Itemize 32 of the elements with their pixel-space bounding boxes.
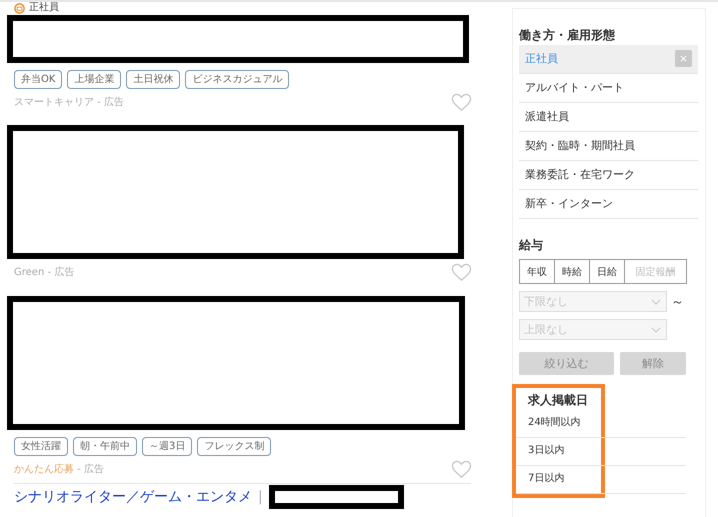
ad-source: スマートキャリア - 広告 bbox=[14, 96, 124, 109]
filter-option[interactable]: 7日以内 bbox=[516, 466, 686, 494]
section-heading: 求人掲載日 bbox=[528, 392, 589, 409]
section-heading: 給与 bbox=[519, 237, 544, 254]
filter-option[interactable]: 24時間以内 bbox=[516, 410, 686, 438]
filter-option[interactable]: 業務委託・在宅ワーク bbox=[519, 161, 698, 190]
ad-source: Green - 広告 bbox=[14, 266, 74, 279]
filter-option[interactable]: 新卒・インターン bbox=[519, 190, 698, 219]
tag: 弁当OK bbox=[14, 70, 62, 89]
filter-option[interactable]: アルバイト・パート bbox=[519, 74, 698, 103]
heart-icon[interactable] bbox=[451, 93, 472, 112]
separator: | bbox=[258, 489, 263, 505]
filter-option[interactable]: 派遣社員 bbox=[519, 103, 698, 132]
job-title-link[interactable]: シナリオライター／ゲーム・エンタメ bbox=[14, 488, 252, 506]
tag: ビジネスカジュアル bbox=[185, 70, 290, 89]
ad-source: かんたん応募 - 広告 bbox=[14, 462, 104, 476]
employment-type: 正社員 bbox=[29, 2, 59, 14]
chevron-down-icon bbox=[651, 327, 661, 333]
section-heading: 働き方・雇用形態 bbox=[519, 27, 616, 44]
tag: 土日祝休 bbox=[126, 70, 180, 89]
heart-icon[interactable] bbox=[451, 263, 472, 282]
range-mark: ～ bbox=[671, 294, 684, 310]
tag: ～週3日 bbox=[142, 437, 192, 456]
tag: 女性活躍 bbox=[14, 437, 68, 456]
tag: 朝・午前中 bbox=[73, 437, 137, 456]
tag: フレックス制 bbox=[197, 437, 272, 456]
briefcase-icon bbox=[14, 2, 25, 14]
filter-option[interactable]: 3日以内 bbox=[516, 438, 686, 466]
heart-icon[interactable] bbox=[451, 460, 472, 479]
tag: 上場企業 bbox=[67, 70, 122, 89]
filter-option[interactable]: 契約・臨時・期間社員 bbox=[519, 132, 698, 161]
chevron-down-icon bbox=[651, 299, 661, 305]
